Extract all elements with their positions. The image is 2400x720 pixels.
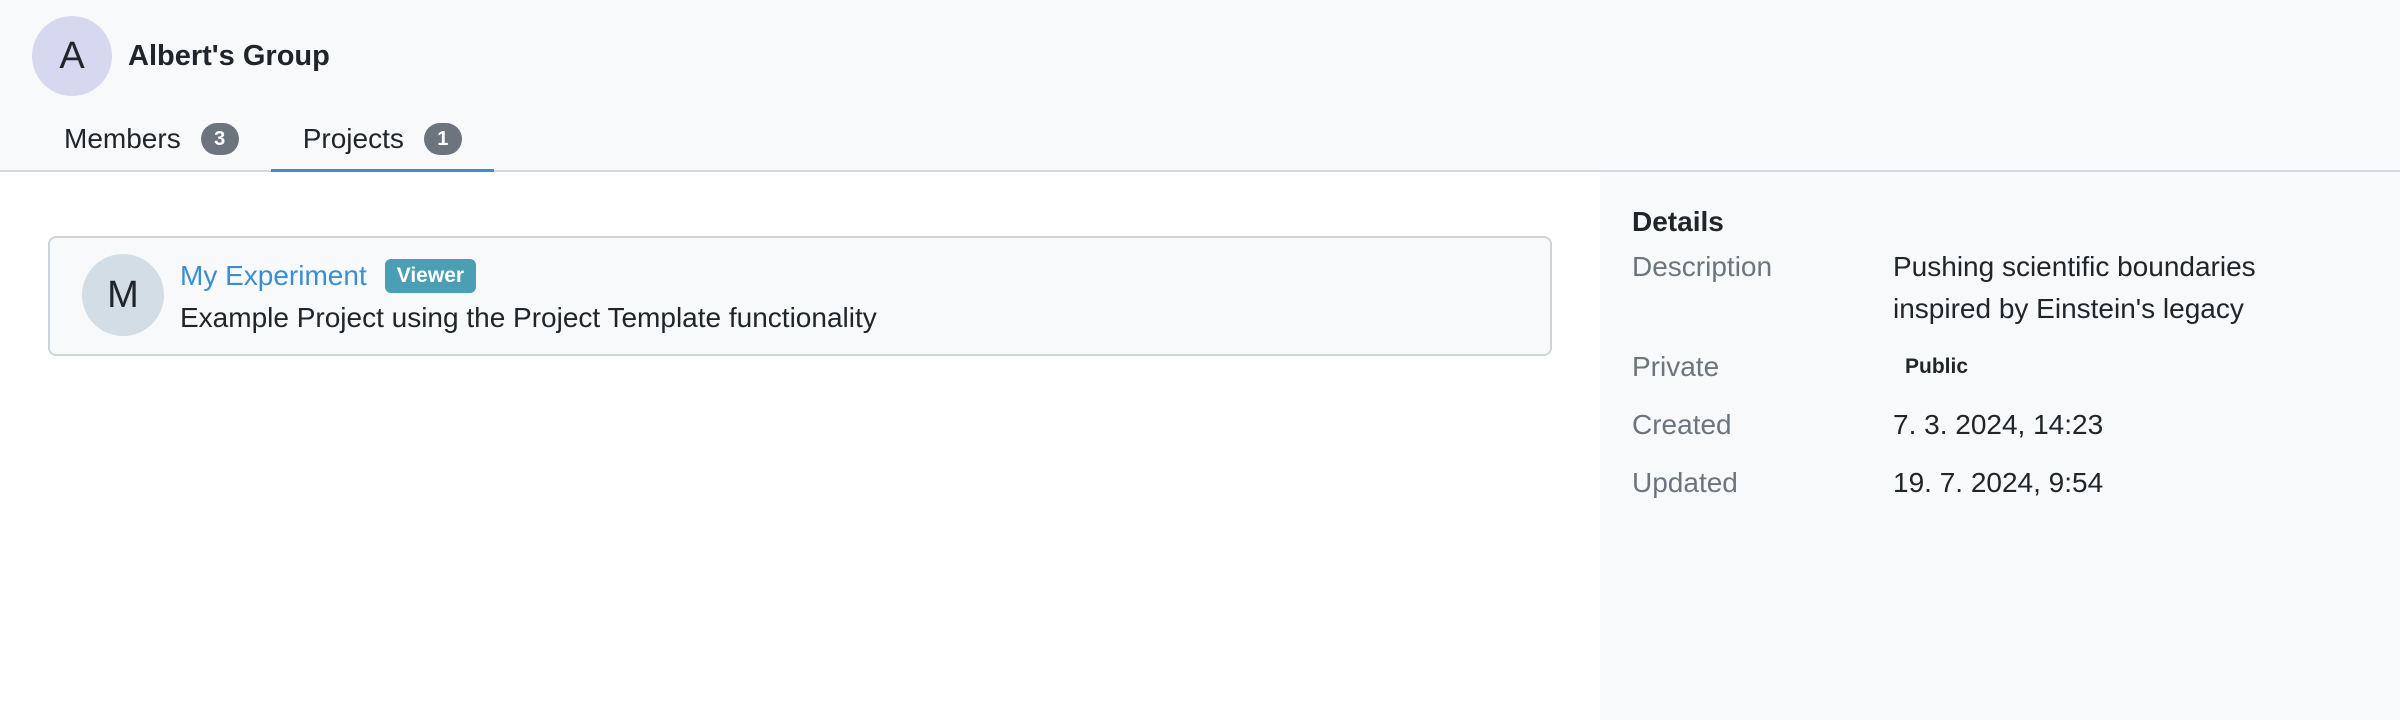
visibility-badge: Public [1905, 355, 1969, 378]
tab-projects-label: Projects [302, 123, 404, 154]
tab-bar: Members 3 Projects 1 [32, 106, 495, 174]
group-header: A Albert's Group Members 3 Projects 1 [0, 0, 2400, 174]
created-label: Created [1632, 409, 1732, 440]
description-value: Pushing scientific boundaries inspired b… [1893, 251, 2256, 324]
updated-value: 19. 7. 2024, 9:54 [1893, 467, 2104, 498]
created-value: 7. 3. 2024, 14:23 [1893, 409, 2104, 440]
project-card[interactable]: M My Experiment Viewer Example Project u… [48, 236, 1552, 356]
tab-members-label: Members [64, 123, 181, 154]
projects-panel: M My Experiment Viewer Example Project u… [0, 172, 1600, 720]
tab-members[interactable]: Members 3 [32, 106, 271, 172]
details-sidebar: Details Description Pushing scientific b… [1600, 172, 2400, 720]
project-avatar: M [82, 254, 164, 336]
projects-count-badge: 1 [423, 123, 462, 155]
members-count-badge: 3 [200, 123, 239, 155]
group-title: Albert's Group [128, 40, 330, 72]
project-name-row: My Experiment Viewer [180, 258, 477, 294]
description-label: Description [1632, 251, 1773, 282]
group-avatar: A [32, 16, 112, 96]
role-badge: Viewer [384, 259, 477, 293]
details-heading: Details [1632, 206, 1724, 237]
project-name-link[interactable]: My Experiment [180, 260, 367, 292]
tab-projects[interactable]: Projects 1 [270, 106, 495, 174]
project-description: Example Project using the Project Templa… [180, 302, 877, 333]
updated-label: Updated [1632, 467, 1738, 498]
private-label: Private [1632, 351, 1720, 382]
